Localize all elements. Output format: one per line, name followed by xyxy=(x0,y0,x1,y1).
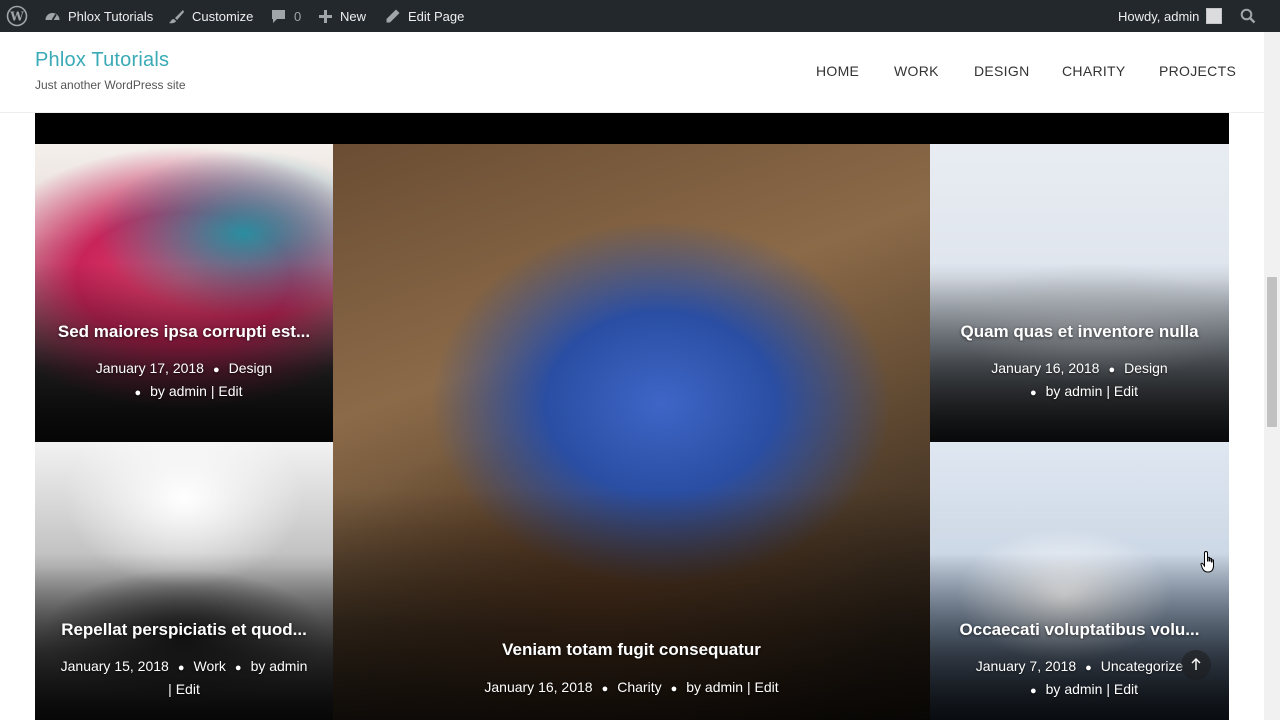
nav-item-design[interactable]: DESIGN xyxy=(974,63,1029,79)
post-category[interactable]: Design xyxy=(1124,360,1168,376)
nav-item-projects[interactable]: PROJECTS xyxy=(1159,63,1236,79)
site-header: Phlox Tutorials Just another WordPress s… xyxy=(0,32,1264,113)
new-content-menu[interactable]: New xyxy=(318,0,366,32)
scrollbar-thumb[interactable] xyxy=(1267,277,1277,427)
post-caption: Sed maiores ipsa corrupti est... January… xyxy=(35,322,333,404)
hand-cursor-icon xyxy=(1200,550,1218,579)
nav-item-work[interactable]: WORK xyxy=(894,63,939,79)
search-button[interactable] xyxy=(1240,0,1256,32)
post-title[interactable]: Sed maiores ipsa corrupti est... xyxy=(35,322,333,342)
post-date[interactable]: January 17, 2018 xyxy=(96,360,204,376)
customize-link[interactable]: Customize xyxy=(168,0,253,32)
post-caption: Repellat perspiciatis et quod... January… xyxy=(35,620,333,700)
avatar xyxy=(1206,8,1223,24)
post-tile[interactable]: Sed maiores ipsa corrupti est... January… xyxy=(35,144,333,442)
post-author[interactable]: by admin xyxy=(1046,681,1103,697)
comments-count: 0 xyxy=(294,8,302,24)
post-date[interactable]: January 15, 2018 xyxy=(61,658,169,674)
post-title[interactable]: Veniam totam fugit consequatur xyxy=(333,640,930,660)
post-category[interactable]: Design xyxy=(229,360,273,376)
post-meta: January 15, 2018 ● Work ● by admin | Edit xyxy=(60,658,308,697)
nav-item-charity[interactable]: CHARITY xyxy=(1062,63,1126,79)
post-edit-link[interactable]: Edit xyxy=(1114,681,1138,697)
wordpress-menu[interactable]: W xyxy=(6,0,28,32)
post-author[interactable]: by admin xyxy=(686,679,743,695)
post-tile[interactable]: Quam quas et inventore nulla January 16,… xyxy=(930,144,1229,442)
post-category[interactable]: Charity xyxy=(617,679,661,695)
nav-item-home[interactable]: HOME xyxy=(816,63,859,79)
post-meta: January 17, 2018 ● Design ● by admin | Edit xyxy=(95,360,273,399)
site-name-label: Phlox Tutorials xyxy=(68,8,154,24)
post-edit-link[interactable]: Edit xyxy=(176,681,200,697)
edit-page-label: Edit Page xyxy=(408,8,465,24)
svg-text:W: W xyxy=(9,10,24,24)
wordpress-icon: W xyxy=(6,5,28,27)
post-date[interactable]: January 16, 2018 xyxy=(484,679,592,695)
edit-page-link[interactable]: Edit Page xyxy=(385,0,464,32)
post-title[interactable]: Occaecati voluptatibus volu... xyxy=(930,620,1229,640)
comments-link[interactable]: 0 xyxy=(270,0,301,32)
post-category[interactable]: Uncategorize xyxy=(1101,658,1184,674)
post-tile[interactable]: Occaecati voluptatibus volu... January 7… xyxy=(930,442,1229,720)
comment-icon xyxy=(270,8,287,25)
post-edit-link[interactable]: Edit xyxy=(1114,383,1138,399)
grid-top-strip xyxy=(35,113,1229,144)
post-meta: January 16, 2018 ● Charity ● by admin | Edit xyxy=(484,679,779,695)
scroll-to-top-button[interactable] xyxy=(1181,650,1211,680)
post-author[interactable]: by admin xyxy=(251,658,308,674)
my-account-menu[interactable]: Howdy, admin xyxy=(1118,0,1223,32)
arrow-up-icon xyxy=(1190,657,1202,674)
post-date[interactable]: January 7, 2018 xyxy=(976,658,1076,674)
greeting: Howdy, admin xyxy=(1118,8,1200,24)
main-nav: HOME WORK DESIGN CHARITY PROJECTS xyxy=(0,63,1264,83)
post-meta: January 16, 2018 ● Design ● by admin | Edit xyxy=(991,360,1168,399)
post-author[interactable]: by admin xyxy=(150,383,207,399)
new-label: New xyxy=(340,8,367,24)
plus-icon xyxy=(318,9,333,24)
portfolio-grid: Sed maiores ipsa corrupti est... January… xyxy=(0,113,1264,720)
dashboard-icon xyxy=(44,8,61,25)
post-caption: Veniam totam fugit consequatur January 1… xyxy=(333,640,930,700)
post-tile[interactable]: Repellat perspiciatis et quod... January… xyxy=(35,442,333,720)
post-tile[interactable]: Veniam totam fugit consequatur January 1… xyxy=(333,144,930,720)
post-category[interactable]: Work xyxy=(193,658,225,674)
pencil-icon xyxy=(385,8,401,24)
post-author[interactable]: by admin xyxy=(1046,383,1103,399)
admin-bar: W Phlox Tutorials Customize 0 New Edit P… xyxy=(0,0,1280,32)
post-edit-link[interactable]: Edit xyxy=(218,383,242,399)
page-scrollbar[interactable] xyxy=(1264,32,1280,720)
customize-label: Customize xyxy=(192,8,254,24)
post-title[interactable]: Repellat perspiciatis et quod... xyxy=(35,620,333,640)
post-date[interactable]: January 16, 2018 xyxy=(991,360,1099,376)
brush-icon xyxy=(168,8,185,25)
post-title[interactable]: Quam quas et inventore nulla xyxy=(930,322,1229,342)
search-icon xyxy=(1240,8,1256,24)
site-name-menu[interactable]: Phlox Tutorials xyxy=(44,0,153,32)
post-caption: Quam quas et inventore nulla January 16,… xyxy=(930,322,1229,404)
post-edit-link[interactable]: Edit xyxy=(754,679,778,695)
